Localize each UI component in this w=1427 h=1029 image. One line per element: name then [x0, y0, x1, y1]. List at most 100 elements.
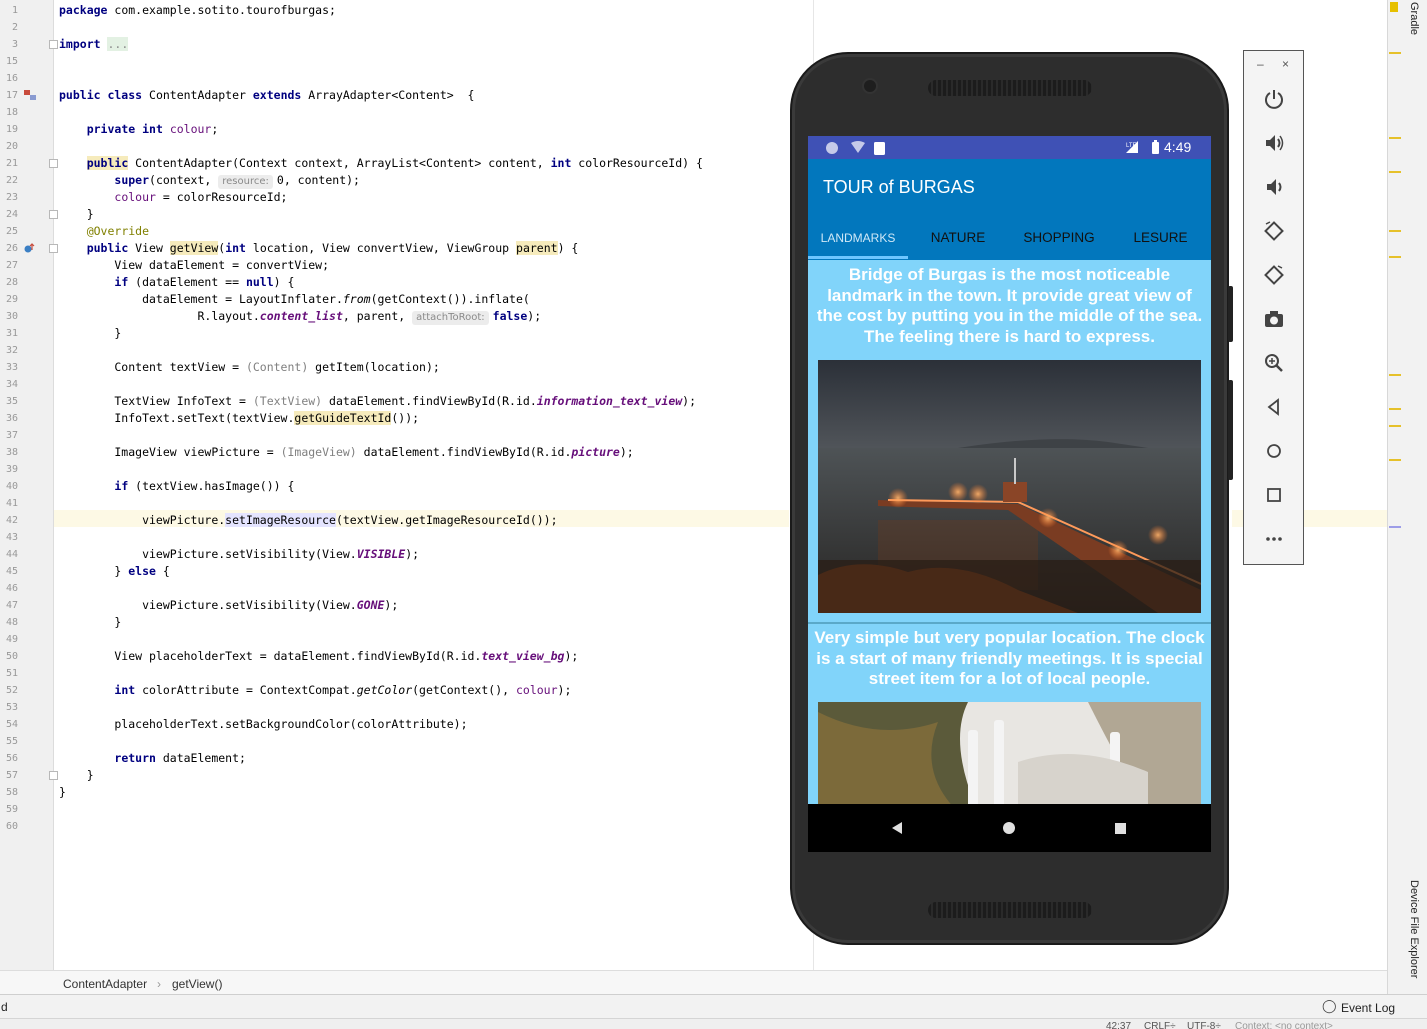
fold-marker[interactable]	[49, 771, 58, 780]
landmark-list[interactable]: Bridge of Burgas is the most noticeable …	[808, 260, 1211, 804]
code-line[interactable]: super(context, resource: 0, content);	[59, 172, 360, 189]
rotate-right-icon[interactable]	[1261, 262, 1287, 288]
device-power-key[interactable]	[1228, 286, 1233, 342]
fold-marker[interactable]	[49, 244, 58, 253]
code-token: colour	[114, 190, 156, 204]
line-number: 35	[5, 396, 18, 407]
scroll-mark[interactable]	[1389, 526, 1401, 528]
code-line[interactable]: } else {	[59, 563, 169, 580]
line-number: 57	[5, 770, 18, 781]
code-line[interactable]: Content textView = (Content) getItem(loc…	[59, 359, 439, 376]
code-line[interactable]: viewPicture.setVisibility(View.GONE);	[59, 597, 398, 614]
code-line[interactable]: public View getView(int location, View c…	[59, 240, 578, 257]
notification-icons	[826, 141, 885, 155]
volume-down-icon[interactable]	[1261, 174, 1287, 200]
scroll-mark[interactable]	[1389, 256, 1401, 258]
tab-landmarks[interactable]: LANDMARKS	[808, 216, 908, 260]
fold-marker[interactable]	[49, 159, 58, 168]
code-line[interactable]: @Override	[59, 223, 149, 240]
code-line[interactable]: package com.example.sotito.tourofburgas;	[59, 2, 336, 19]
code-line[interactable]: TextView InfoText = (TextView) dataEleme…	[59, 393, 696, 410]
code-line[interactable]: View placeholderText = dataElement.findV…	[59, 648, 578, 665]
nav-home-button[interactable]	[1002, 821, 1016, 835]
code-line[interactable]: import ...	[59, 36, 129, 53]
event-log-button[interactable]: Event Log	[1341, 1001, 1395, 1015]
code-line[interactable]: if (dataElement == null) {	[59, 274, 294, 291]
warning-indicator[interactable]	[1390, 2, 1398, 12]
camera-icon[interactable]	[1261, 306, 1287, 332]
code-token: viewPicture.	[59, 513, 226, 527]
code-line[interactable]: int colorAttribute = ContextCompat.getCo…	[59, 682, 571, 699]
overview-icon[interactable]	[1261, 482, 1287, 508]
device-file-explorer-tab[interactable]: Device File Explorer	[1408, 880, 1420, 978]
code-line[interactable]: }	[59, 614, 121, 631]
code-line[interactable]: viewPicture.setImageResource(textView.ge…	[59, 512, 558, 529]
code-line[interactable]: }	[59, 767, 94, 784]
file-encoding[interactable]: UTF-8÷	[1187, 1021, 1221, 1029]
line-number: 30	[5, 311, 18, 322]
line-number: 29	[5, 294, 18, 305]
code-line[interactable]: viewPicture.setVisibility(View.VISIBLE);	[59, 546, 419, 563]
code-line[interactable]: placeholderText.setBackgroundColor(color…	[59, 716, 467, 733]
minimize-button[interactable]: –	[1257, 57, 1264, 71]
breadcrumb-method[interactable]: getView()	[172, 977, 222, 991]
code-line[interactable]: View dataElement = convertView;	[59, 257, 329, 274]
nav-back-button[interactable]	[890, 821, 904, 835]
rotate-left-icon[interactable]	[1261, 218, 1287, 244]
implements-gutter-icon[interactable]	[23, 242, 37, 254]
scroll-mark[interactable]	[1389, 230, 1401, 232]
code-line[interactable]: if (textView.hasImage()) {	[59, 478, 294, 495]
volume-up-icon[interactable]	[1261, 130, 1287, 156]
code-line[interactable]: }	[59, 325, 121, 342]
tab-shopping[interactable]: SHOPPING	[1008, 216, 1110, 260]
code-line[interactable]: R.layout.content_list, parent, attachToR…	[59, 308, 541, 325]
scroll-mark[interactable]	[1389, 137, 1401, 139]
code-token: super	[114, 173, 150, 187]
tab-nature[interactable]: NATURE	[908, 216, 1008, 260]
line-number: 49	[5, 634, 18, 645]
code-line[interactable]: InfoText.setText(textView.getGuideTextId…	[59, 410, 419, 427]
scroll-mark[interactable]	[1389, 171, 1401, 173]
scroll-mark[interactable]	[1389, 459, 1401, 461]
home-icon[interactable]	[1261, 438, 1287, 464]
line-number: 36	[5, 413, 18, 424]
fold-marker[interactable]	[49, 210, 58, 219]
line-number: 16	[5, 73, 18, 84]
zoom-icon[interactable]	[1261, 350, 1287, 376]
code-token: colorAttribute = ContextCompat.	[135, 683, 357, 697]
app-toolbar: TOUR of BURGAS	[808, 159, 1211, 216]
line-separator[interactable]: CRLF÷	[1144, 1021, 1176, 1029]
code-line[interactable]: dataElement = LayoutInflater.from(getCon…	[59, 291, 530, 308]
code-token: return	[114, 751, 156, 765]
gradle-tab[interactable]: Gradle	[1408, 2, 1420, 35]
scroll-mark[interactable]	[1389, 52, 1401, 54]
device-screen[interactable]: LTE 4:49 TOUR of BURGAS LANDMARKS NATURE…	[808, 136, 1211, 852]
power-icon[interactable]	[1261, 86, 1287, 112]
breadcrumb-class[interactable]: ContentAdapter	[63, 977, 147, 991]
code-line[interactable]: private int colour;	[59, 121, 219, 138]
code-line[interactable]: }	[59, 784, 66, 801]
override-gutter-icon[interactable]	[23, 89, 37, 101]
code-line[interactable]: colour = colorResourceId;	[59, 189, 287, 206]
scroll-mark[interactable]	[1389, 425, 1401, 427]
device-volume-key[interactable]	[1228, 380, 1233, 480]
close-button[interactable]: ×	[1282, 57, 1289, 71]
back-icon[interactable]	[1261, 394, 1287, 420]
code-token: ImageView viewPicture =	[59, 445, 281, 459]
code-line[interactable]: public ContentAdapter(Context context, A…	[59, 155, 703, 172]
code-line[interactable]: return dataElement;	[59, 750, 246, 767]
code-token: Content textView =	[59, 360, 246, 374]
code-token: }	[59, 326, 122, 340]
scroll-mark[interactable]	[1389, 374, 1401, 376]
tab-lesure[interactable]: LESURE	[1110, 216, 1211, 260]
code-line[interactable]: }	[59, 206, 94, 223]
code-line[interactable]: public class ContentAdapter extends Arra…	[59, 87, 474, 104]
more-icon[interactable]	[1261, 526, 1287, 552]
scroll-mark[interactable]	[1389, 408, 1401, 410]
nav-overview-button[interactable]	[1114, 822, 1127, 835]
context-indicator[interactable]: Context: <no context>	[1235, 1021, 1333, 1029]
fold-marker[interactable]	[49, 40, 58, 49]
code-line[interactable]: ImageView viewPicture = (ImageView) data…	[59, 444, 633, 461]
caret-position[interactable]: 42:37	[1106, 1021, 1131, 1029]
